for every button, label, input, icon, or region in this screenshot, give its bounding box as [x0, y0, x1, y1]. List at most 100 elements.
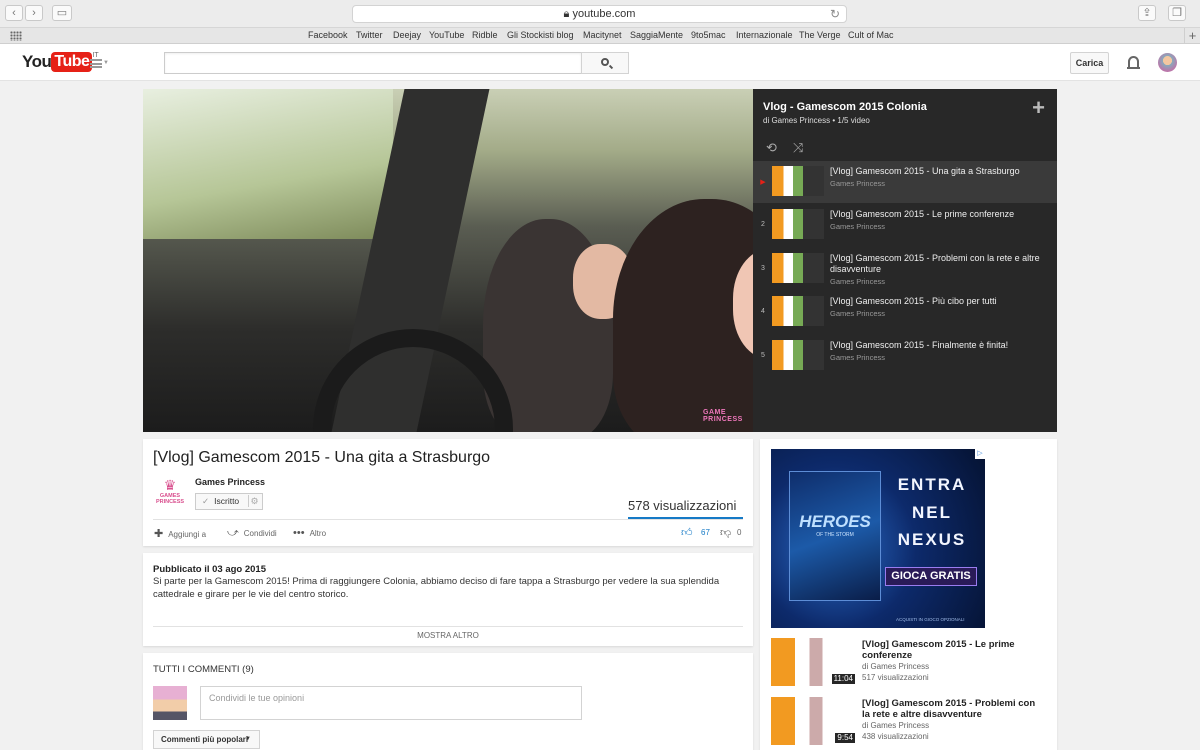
- bookmark-item[interactable]: The Verge: [799, 30, 841, 40]
- bookmark-item[interactable]: Cult of Mac: [848, 30, 894, 40]
- add-to-label: Aggiungi a: [168, 530, 207, 539]
- search-input[interactable]: [164, 52, 582, 74]
- playlist-item-thumbnail: [772, 253, 824, 283]
- playlist-item-index: 4: [761, 308, 765, 315]
- playlist-item[interactable]: ▶ [Vlog] Gamescom 2015 - Una gita a Stra…: [753, 161, 1057, 203]
- bookmark-item[interactable]: Facebook: [308, 30, 348, 40]
- channel-watermark: GAME PRINCESS: [703, 409, 743, 423]
- bookmark-item[interactable]: Macitynet: [583, 30, 622, 40]
- crown-icon: ♛: [163, 477, 177, 493]
- add-playlist-icon[interactable]: +: [1032, 95, 1045, 121]
- tabs-icon[interactable]: ❐: [1168, 5, 1186, 21]
- related-video-thumbnail[interactable]: 9:54: [771, 697, 857, 745]
- upload-button[interactable]: Carica: [1070, 52, 1109, 74]
- more-dots-icon: •••: [293, 527, 305, 539]
- account-avatar[interactable]: [1158, 53, 1177, 72]
- back-icon[interactable]: ‹: [5, 5, 23, 21]
- share-label: Condividi: [243, 529, 277, 538]
- playlist-item-owner: Games Princess: [830, 179, 886, 188]
- bookmark-item[interactable]: 9to5mac: [691, 30, 726, 40]
- show-more-button[interactable]: MOSTRA ALTRO: [143, 631, 753, 640]
- playlist-item-owner: Games Princess: [830, 277, 886, 286]
- bookmark-item[interactable]: YouTube: [429, 30, 464, 40]
- playlist-item-title: [Vlog] Gamescom 2015 - Una gita a Strasb…: [830, 166, 1020, 176]
- related-video-title[interactable]: [Vlog] Gamescom 2015 - Le prime conferen…: [862, 639, 1042, 661]
- subscription-settings-gear-icon[interactable]: ⚙: [248, 495, 260, 507]
- view-count: 578 visualizzazioni: [628, 498, 737, 513]
- channel-name[interactable]: Games Princess: [195, 477, 265, 487]
- comments-header: TUTTI I COMMENTI (9): [153, 664, 254, 675]
- more-label: Altro: [309, 529, 327, 538]
- bookmark-item[interactable]: Ridble: [472, 30, 498, 40]
- playlist-item-thumbnail: [772, 209, 824, 239]
- comments-card: TUTTI I COMMENTI (9) Condividi le tue op…: [143, 653, 753, 750]
- playlist-title[interactable]: Vlog - Gamescom 2015 Colonia: [763, 101, 927, 113]
- playlist-item-index: 5: [761, 352, 765, 359]
- youtube-logo[interactable]: You Tube IT: [22, 52, 99, 72]
- comment-sort-label: Commenti più popolari: [161, 735, 249, 744]
- user-avatar: [153, 686, 187, 720]
- bookmark-item[interactable]: SaggiaMente: [630, 30, 683, 40]
- comment-input[interactable]: Condividi le tue opinioni: [200, 686, 582, 720]
- video-player[interactable]: GAME PRINCESS: [143, 89, 753, 432]
- related-video-title[interactable]: [Vlog] Gamescom 2015 - Problemi con la r…: [862, 698, 1042, 720]
- caret-down-icon: ▼: [245, 736, 251, 742]
- ad-headline-1: ENTRA: [897, 475, 967, 494]
- notifications-bell-icon[interactable]: [1127, 56, 1140, 69]
- playlist-item-owner: Games Princess: [830, 222, 886, 231]
- shuffle-icon[interactable]: ⤨: [793, 140, 803, 156]
- description-text: Si parte per la Gamescom 2015! Prima di …: [153, 576, 720, 600]
- playlist-item[interactable]: 3 [Vlog] Gamescom 2015 - Problemi con la…: [753, 248, 1057, 290]
- playlist-item-title: [Vlog] Gamescom 2015 - Finalmente è fini…: [830, 340, 1009, 350]
- playlist-item-thumbnail: [772, 166, 824, 196]
- reload-icon[interactable]: ↻: [830, 6, 840, 22]
- bookmark-item[interactable]: Internazionale: [736, 30, 793, 40]
- check-icon: ✓: [202, 496, 210, 506]
- new-tab-icon[interactable]: +: [1184, 28, 1200, 44]
- loop-icon[interactable]: ⟲: [766, 140, 777, 156]
- related-video-thumbnail[interactable]: 11:04: [771, 638, 857, 686]
- bookmark-item[interactable]: Twitter: [356, 30, 383, 40]
- related-video-owner: di Games Princess: [862, 721, 930, 730]
- forward-icon[interactable]: ›: [25, 5, 43, 21]
- share-arrow-icon: ⤻: [227, 527, 239, 539]
- search-icon: [601, 58, 609, 66]
- top-sites-icon[interactable]: [10, 31, 22, 41]
- like-count: 67: [701, 528, 710, 537]
- playlist-meta: di Games Princess • 1/5 video: [763, 116, 870, 125]
- logo-region-text: IT: [92, 52, 99, 59]
- playlist-item-thumbnail: [772, 340, 824, 370]
- share-icon[interactable]: ⇪: [1138, 5, 1156, 21]
- share-button[interactable]: ⤻ Condividi: [227, 527, 277, 540]
- ad-cta-button[interactable]: GIOCA GRATIS: [885, 567, 977, 586]
- bookmark-item[interactable]: Gli Stockisti blog: [507, 30, 574, 40]
- adchoices-icon[interactable]: ▷: [975, 449, 985, 459]
- ad-headline-2: NEL: [912, 503, 952, 522]
- playlist-item-title: [Vlog] Gamescom 2015 - Problemi con la r…: [830, 253, 1040, 274]
- search-button[interactable]: [581, 52, 629, 74]
- add-to-button[interactable]: ✚ Aggiungi a: [154, 527, 206, 540]
- sidebar-icon[interactable]: ▭: [52, 5, 72, 21]
- playlist-item[interactable]: 2 [Vlog] Gamescom 2015 - Le prime confer…: [753, 204, 1057, 246]
- related-video-owner: di Games Princess: [862, 662, 930, 671]
- ad-product-name: HEROES: [799, 512, 871, 531]
- channel-logo[interactable]: ♛ GAMES PRINCESS: [155, 477, 185, 511]
- comment-sort-dropdown[interactable]: Commenti più popolari ▼: [153, 730, 260, 749]
- playlist-item[interactable]: 5 [Vlog] Gamescom 2015 - Finalmente è fi…: [753, 335, 1057, 377]
- logo-you-text: You: [22, 52, 52, 71]
- url-text: youtube.com: [572, 8, 636, 20]
- more-button[interactable]: ••• Altro: [293, 527, 326, 539]
- playlist-item-owner: Games Princess: [830, 309, 886, 318]
- video-title: [Vlog] Gamescom 2015 - Una gita a Strasb…: [153, 449, 491, 466]
- subscribe-label: Iscritto: [214, 496, 240, 506]
- address-bar[interactable]: 🔒︎ youtube.com ↻: [352, 5, 847, 23]
- guide-menu-icon[interactable]: [90, 59, 102, 68]
- playlist-item[interactable]: 4 [Vlog] Gamescom 2015 - Più cibo per tu…: [753, 291, 1057, 333]
- playlist-item-index: 3: [761, 265, 765, 272]
- browser-toolbar: ‹ › ▭ 🔒︎ youtube.com ↻ ⇪ ❐: [0, 0, 1200, 28]
- video-duration: 9:54: [835, 733, 855, 743]
- thumbs-up-icon[interactable]: 👍︎: [681, 526, 693, 539]
- ad-banner[interactable]: HEROES OF THE STORM ENTRA NEL NEXUS GIOC…: [771, 449, 985, 628]
- thumbs-down-icon[interactable]: 👎︎: [720, 526, 731, 539]
- bookmark-item[interactable]: Deejay: [393, 30, 421, 40]
